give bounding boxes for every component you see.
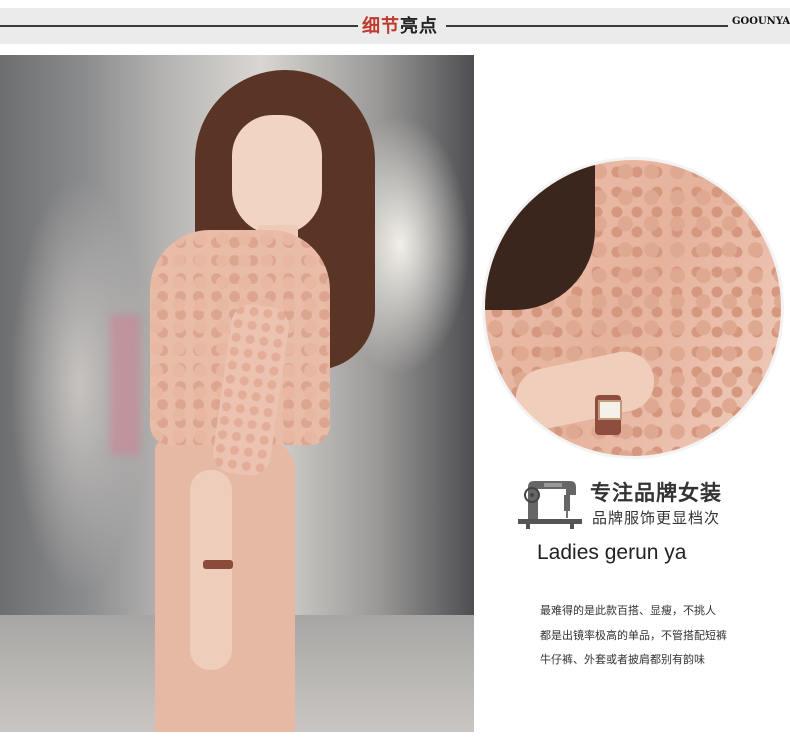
closeup-hand <box>510 346 660 434</box>
model-photo <box>0 55 474 732</box>
closeup-hair <box>485 160 595 310</box>
header-divider-right <box>446 25 728 27</box>
sewing-machine-icon <box>518 481 582 529</box>
model-face <box>232 115 322 235</box>
brand-tagline: Ladies gerun ya <box>537 541 687 564</box>
model-arm <box>190 470 232 670</box>
description-line: 最难得的是此款百搭、显瘦，不挑人 <box>540 604 716 617</box>
section-title-main: 亮点 <box>400 16 438 37</box>
brand-logo-text: GOOUNYA <box>732 16 790 27</box>
description-line: 都是出镜率极高的单品，不管搭配短裤 <box>540 629 727 642</box>
detail-subheading: 品牌服饰更显档次 <box>592 509 721 527</box>
detail-closeup-photo <box>485 160 781 456</box>
detail-heading: 专注品牌女装 <box>590 481 722 505</box>
closeup-watch-face <box>598 400 622 420</box>
photo-bokeh-pink <box>110 315 140 455</box>
header-divider-left <box>0 25 358 27</box>
section-title: 细节亮点 <box>362 12 438 38</box>
description-line: 牛仔裤、外套或者披肩都别有韵味 <box>540 653 705 666</box>
wrist-watch <box>203 560 233 569</box>
section-title-accent: 细节 <box>362 16 400 37</box>
